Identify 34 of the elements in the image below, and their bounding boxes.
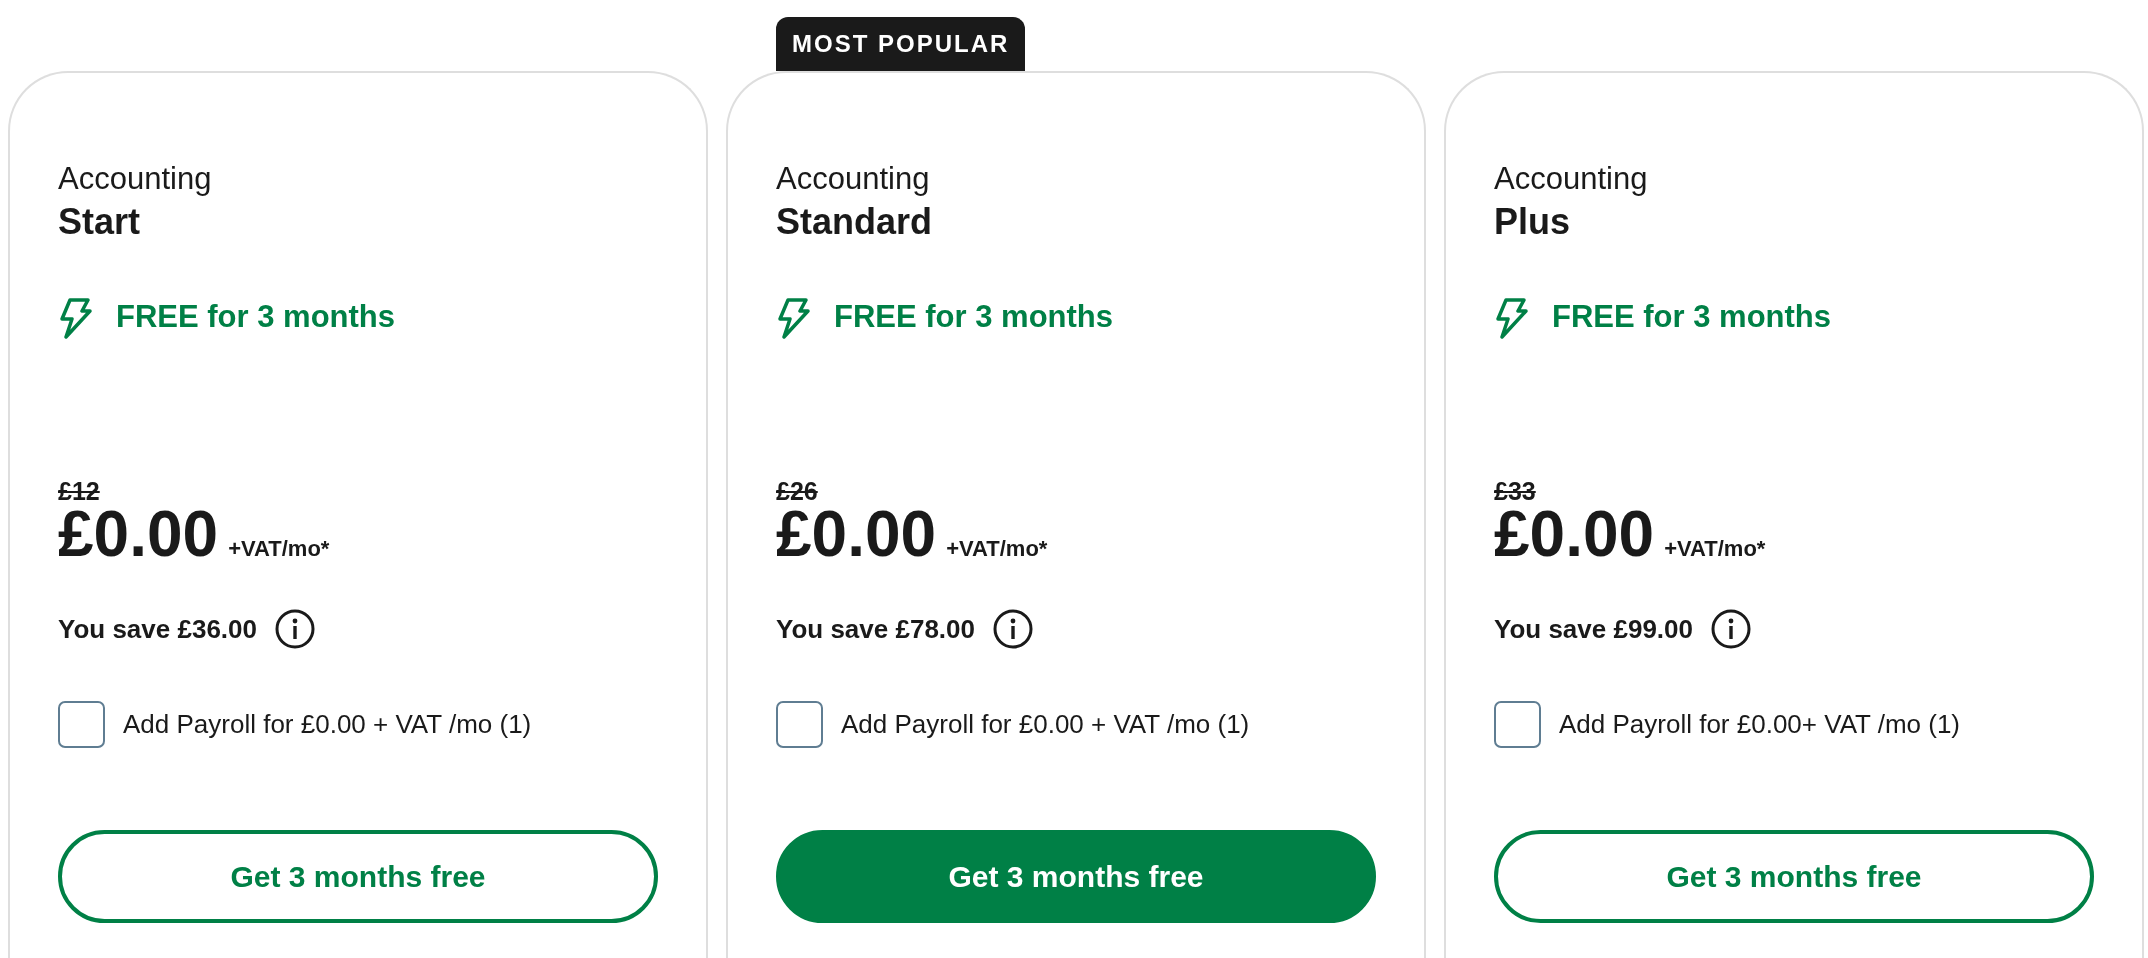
cta-button[interactable]: Get 3 months free [1494, 830, 2094, 924]
plan-category: Accounting [1494, 160, 1649, 198]
price-suffix: +VAT/mo* [946, 534, 1048, 563]
offer-text: FREE for 3 months [116, 298, 395, 337]
plan-name: Standard [776, 200, 934, 245]
cta-button[interactable]: Get 3 months free [58, 830, 658, 924]
offer-text: FREE for 3 months [834, 298, 1113, 337]
plan-category: Accounting [776, 160, 931, 198]
checkbox[interactable] [776, 701, 823, 749]
savings-text: You save £36.00 [58, 612, 257, 646]
checkbox-label: Add Payroll for £0.00 + VAT /mo (1) [841, 708, 1250, 742]
checkbox[interactable] [58, 701, 105, 749]
checkbox-label: Add Payroll for £0.00+ VAT /mo (1) [1559, 708, 1961, 742]
lightning-icon [58, 296, 92, 339]
offer-text: FREE for 3 months [1552, 298, 1831, 337]
old-price: £33 [1494, 475, 1536, 506]
info-icon [993, 609, 1033, 650]
badge-label: MOST POPULAR [776, 17, 1026, 71]
info-icon [1711, 609, 1751, 650]
info-icon [275, 609, 315, 650]
old-price: £26 [776, 475, 818, 506]
checkbox-label: Add Payroll for £0.00 + VAT /mo (1) [123, 708, 532, 742]
savings-text: You save £78.00 [776, 612, 975, 646]
savings-text: You save £99.00 [1494, 612, 1693, 646]
old-price: £12 [58, 475, 100, 506]
lightning-icon [1494, 296, 1528, 339]
price-suffix: +VAT/mo* [1664, 534, 1766, 563]
checkbox[interactable] [1494, 701, 1541, 749]
plan-name: Start [58, 200, 142, 245]
price-suffix: +VAT/mo* [228, 534, 330, 563]
lightning-icon [776, 296, 810, 339]
plan-name: Plus [1494, 200, 1572, 245]
plan-category: Accounting [58, 160, 213, 198]
cta-button[interactable]: Get 3 months free [776, 830, 1376, 924]
